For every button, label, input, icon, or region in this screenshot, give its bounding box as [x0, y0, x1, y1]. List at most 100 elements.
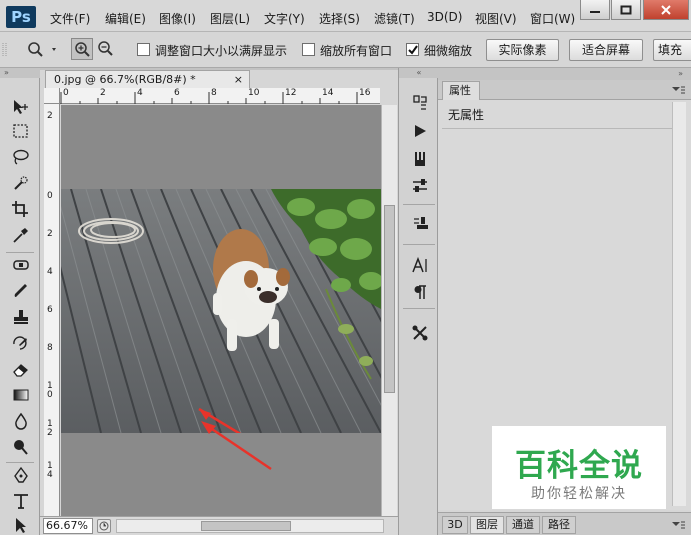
- vertical-scrollbar[interactable]: [381, 105, 397, 516]
- brushes-icon: [415, 152, 425, 166]
- panel-scrollbar[interactable]: [672, 102, 686, 506]
- fit-screen-button[interactable]: 适合屏幕: [569, 39, 643, 61]
- zoom-level-field[interactable]: 66.67%: [43, 518, 93, 534]
- clone-stamp-tool[interactable]: [8, 306, 34, 328]
- clone-source-button[interactable]: [409, 213, 431, 235]
- menu-select[interactable]: 选择(S): [319, 10, 360, 27]
- canvas-area[interactable]: [61, 105, 381, 516]
- zoom-out-button[interactable]: [95, 38, 117, 60]
- vertical-ruler[interactable]: 2 0 2 4 6 8 10 12 14: [44, 104, 60, 516]
- horizontal-scrollbar-thumb[interactable]: [201, 521, 291, 531]
- brush-presets-button[interactable]: [409, 148, 431, 170]
- tab-layers[interactable]: 图层: [470, 516, 504, 534]
- tab-channels[interactable]: 通道: [506, 516, 540, 534]
- bottom-panel-menu-icon[interactable]: [671, 520, 685, 530]
- tool-presets-button[interactable]: [409, 175, 431, 197]
- dodge-tool[interactable]: [8, 436, 34, 458]
- maximize-button[interactable]: [611, 0, 641, 20]
- eyedropper-tool[interactable]: [8, 224, 34, 246]
- healing-brush-tool[interactable]: [8, 254, 34, 276]
- panel-top-strip: »: [438, 68, 691, 80]
- brush-tool[interactable]: [8, 280, 34, 302]
- panel-collapse-arrows[interactable]: »: [678, 69, 683, 78]
- panel-menu-icon[interactable]: [671, 85, 685, 95]
- vertical-scrollbar-thumb[interactable]: [384, 205, 395, 393]
- scrubby-zoom-checkbox[interactable]: [406, 43, 419, 56]
- menu-type[interactable]: 文字(Y): [264, 10, 305, 27]
- zoom-in-button[interactable]: [71, 38, 93, 60]
- menu-image[interactable]: 图像(I): [159, 10, 196, 27]
- document-tab-close-button[interactable]: ×: [234, 71, 243, 89]
- magnifier-icon: [28, 42, 56, 57]
- paragraph-panel-button[interactable]: [409, 281, 431, 303]
- close-button[interactable]: [643, 0, 689, 20]
- paragraph-icon: [414, 285, 426, 299]
- fill-screen-button[interactable]: 填充: [653, 39, 691, 61]
- ruler-left-label: 10: [47, 381, 53, 400]
- character-panel-button[interactable]: [409, 254, 431, 276]
- zoom-tool-preset[interactable]: [26, 40, 62, 60]
- history-brush-tool[interactable]: [8, 332, 34, 354]
- tools-collapse-arrows[interactable]: »: [0, 68, 40, 78]
- history-brush-icon: [13, 336, 27, 350]
- path-selection-tool[interactable]: [8, 514, 34, 535]
- properties-tab[interactable]: 属性: [442, 81, 480, 100]
- info-icon: [99, 521, 109, 531]
- ruler-left-label: 12: [47, 419, 53, 438]
- actions-panel-button[interactable]: [409, 120, 431, 142]
- tools-panel-button[interactable]: [409, 322, 431, 344]
- drop-icon: [15, 412, 27, 430]
- document-tab[interactable]: 0.jpg @ 66.7%(RGB/8#) * ×: [45, 70, 250, 90]
- document-window: 0.jpg @ 66.7%(RGB/8#) * × 0 2 4 6 8 10 1…: [40, 68, 398, 535]
- marquee-tool[interactable]: [8, 120, 34, 142]
- ruler-left-label: 4: [47, 267, 53, 277]
- lasso-tool[interactable]: [8, 146, 34, 168]
- brush-icon: [14, 284, 27, 297]
- watermark: 百科全说 助你轻松解决: [492, 426, 666, 509]
- menu-layer[interactable]: 图层(L): [210, 10, 250, 27]
- gradient-tool[interactable]: [8, 384, 34, 406]
- ruler-left-label: 8: [47, 343, 53, 353]
- ruler-origin[interactable]: [44, 88, 60, 104]
- ruler-left-label: 6: [47, 305, 53, 315]
- zoom-all-windows-checkbox[interactable]: [302, 43, 315, 56]
- menu-window[interactable]: 窗口(W): [530, 10, 575, 27]
- tools-panel: »: [0, 68, 40, 535]
- pen-icon: [14, 466, 28, 483]
- options-bar: 调整窗口大小以满屏显示 缩放所有窗口 细微缩放 实际像素 适合屏幕 填充: [0, 32, 691, 68]
- actual-pixels-button[interactable]: 实际像素: [486, 39, 559, 61]
- resize-windows-checkbox[interactable]: [137, 43, 150, 56]
- dock-collapse-arrows[interactable]: «: [399, 68, 439, 78]
- horizontal-ruler[interactable]: 0 2 4 6 8 10 12 14 16: [60, 88, 380, 104]
- tab-3d[interactable]: 3D: [442, 516, 468, 534]
- horizontal-scrollbar[interactable]: [116, 519, 384, 533]
- history-panel-button[interactable]: [409, 92, 431, 114]
- pen-tool[interactable]: [8, 464, 34, 486]
- menu-view[interactable]: 视图(V): [475, 10, 517, 27]
- eraser-tool[interactable]: [8, 358, 34, 380]
- minimize-icon: [590, 10, 600, 13]
- bottom-panel-tabs: 3D 图层 通道 路径: [438, 512, 691, 535]
- quick-selection-tool[interactable]: [8, 172, 34, 194]
- tab-paths[interactable]: 路径: [542, 516, 576, 534]
- zoom-all-windows-label: 缩放所有窗口: [320, 44, 393, 58]
- maximize-icon: [620, 5, 632, 14]
- ruler-top-label: 12: [285, 88, 297, 98]
- crop-icon: [12, 201, 28, 217]
- status-bar: 66.67%: [40, 516, 398, 535]
- type-tool[interactable]: [8, 490, 34, 512]
- menu-filter[interactable]: 滤镜(T): [374, 10, 415, 27]
- menu-edit[interactable]: 编辑(E): [105, 10, 146, 27]
- marquee-icon: [13, 124, 28, 138]
- crop-tool[interactable]: [8, 198, 34, 220]
- menu-file[interactable]: 文件(F): [50, 10, 90, 27]
- resize-windows-label: 调整窗口大小以满屏显示: [155, 44, 288, 58]
- blur-tool[interactable]: [8, 410, 34, 432]
- menu-3d[interactable]: 3D(D): [427, 10, 462, 24]
- scrubby-zoom-label: 细微缩放: [424, 44, 473, 58]
- play-icon: [415, 125, 426, 137]
- minimize-button[interactable]: [580, 0, 610, 20]
- watermark-subtitle: 助你轻松解决: [531, 486, 627, 502]
- move-tool[interactable]: [8, 96, 34, 118]
- status-info-button[interactable]: [97, 519, 111, 533]
